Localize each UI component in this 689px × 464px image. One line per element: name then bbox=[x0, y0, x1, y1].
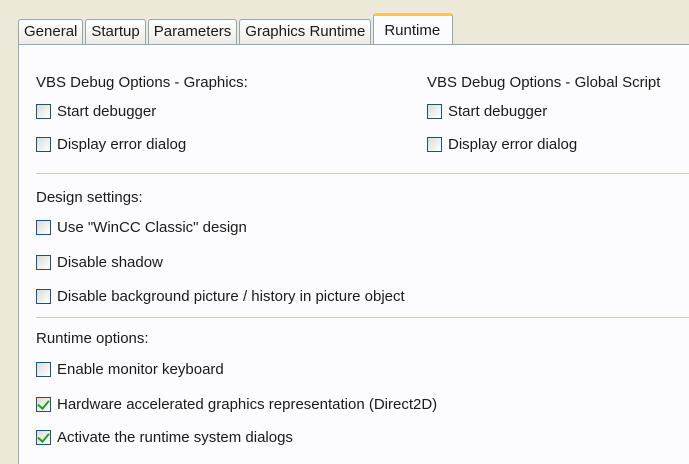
disable-background-picture-label: Disable background picture / history in … bbox=[57, 288, 405, 305]
tab-graphics-runtime[interactable]: Graphics Runtime bbox=[239, 19, 372, 44]
disable-background-picture-checkbox[interactable] bbox=[36, 289, 51, 304]
tab-runtime[interactable]: Runtime bbox=[373, 13, 454, 44]
activate-runtime-system-dialogs-label: Activate the runtime system dialogs bbox=[57, 429, 293, 446]
vbs-global-heading: VBS Debug Options - Global Script bbox=[427, 74, 661, 91]
separator-2 bbox=[36, 317, 689, 318]
design-settings-heading: Design settings: bbox=[36, 189, 143, 206]
vbs-graphics-start-debugger-checkbox[interactable] bbox=[36, 104, 51, 119]
tab-strip: General Startup Parameters Graphics Runt… bbox=[18, 13, 455, 44]
tab-parameters[interactable]: Parameters bbox=[147, 19, 238, 44]
vbs-global-start-debugger-checkbox[interactable] bbox=[427, 104, 442, 119]
vbs-graphics-start-debugger[interactable]: Start debugger bbox=[36, 103, 156, 120]
hardware-accelerated-direct2d[interactable]: Hardware accelerated graphics representa… bbox=[36, 396, 437, 413]
disable-shadow[interactable]: Disable shadow bbox=[36, 254, 163, 271]
runtime-tab-panel: VBS Debug Options - Graphics: Start debu… bbox=[18, 44, 689, 464]
vbs-global-start-debugger-label: Start debugger bbox=[448, 103, 548, 120]
activate-runtime-system-dialogs[interactable]: Activate the runtime system dialogs bbox=[36, 429, 293, 446]
hardware-accelerated-direct2d-label: Hardware accelerated graphics representa… bbox=[57, 396, 438, 413]
use-classic-design-label: Use "WinCC Classic" design bbox=[57, 219, 247, 236]
use-classic-design[interactable]: Use "WinCC Classic" design bbox=[36, 219, 247, 236]
vbs-graphics-heading: VBS Debug Options - Graphics: bbox=[36, 74, 248, 91]
activate-runtime-system-dialogs-checkbox[interactable] bbox=[36, 430, 51, 445]
tab-general[interactable]: General bbox=[18, 19, 84, 44]
use-classic-design-checkbox[interactable] bbox=[36, 220, 51, 235]
vbs-graphics-display-error-dialog-checkbox[interactable] bbox=[36, 137, 51, 152]
disable-shadow-checkbox[interactable] bbox=[36, 255, 51, 270]
vbs-global-display-error-dialog-label: Display error dialog bbox=[448, 136, 578, 153]
vbs-global-display-error-dialog[interactable]: Display error dialog bbox=[427, 136, 577, 153]
vbs-global-display-error-dialog-checkbox[interactable] bbox=[427, 137, 442, 152]
vbs-global-start-debugger[interactable]: Start debugger bbox=[427, 103, 547, 120]
vbs-graphics-start-debugger-label: Start debugger bbox=[57, 103, 157, 120]
vbs-graphics-display-error-dialog-label: Display error dialog bbox=[57, 136, 187, 153]
disable-shadow-label: Disable shadow bbox=[57, 254, 163, 271]
vbs-graphics-display-error-dialog[interactable]: Display error dialog bbox=[36, 136, 186, 153]
separator-1 bbox=[36, 173, 689, 174]
hardware-accelerated-direct2d-checkbox[interactable] bbox=[36, 397, 51, 412]
enable-monitor-keyboard[interactable]: Enable monitor keyboard bbox=[36, 361, 224, 378]
tab-startup[interactable]: Startup bbox=[85, 19, 146, 44]
enable-monitor-keyboard-checkbox[interactable] bbox=[36, 362, 51, 377]
runtime-options-heading: Runtime options: bbox=[36, 330, 149, 347]
disable-background-picture[interactable]: Disable background picture / history in … bbox=[36, 288, 405, 305]
enable-monitor-keyboard-label: Enable monitor keyboard bbox=[57, 361, 224, 378]
